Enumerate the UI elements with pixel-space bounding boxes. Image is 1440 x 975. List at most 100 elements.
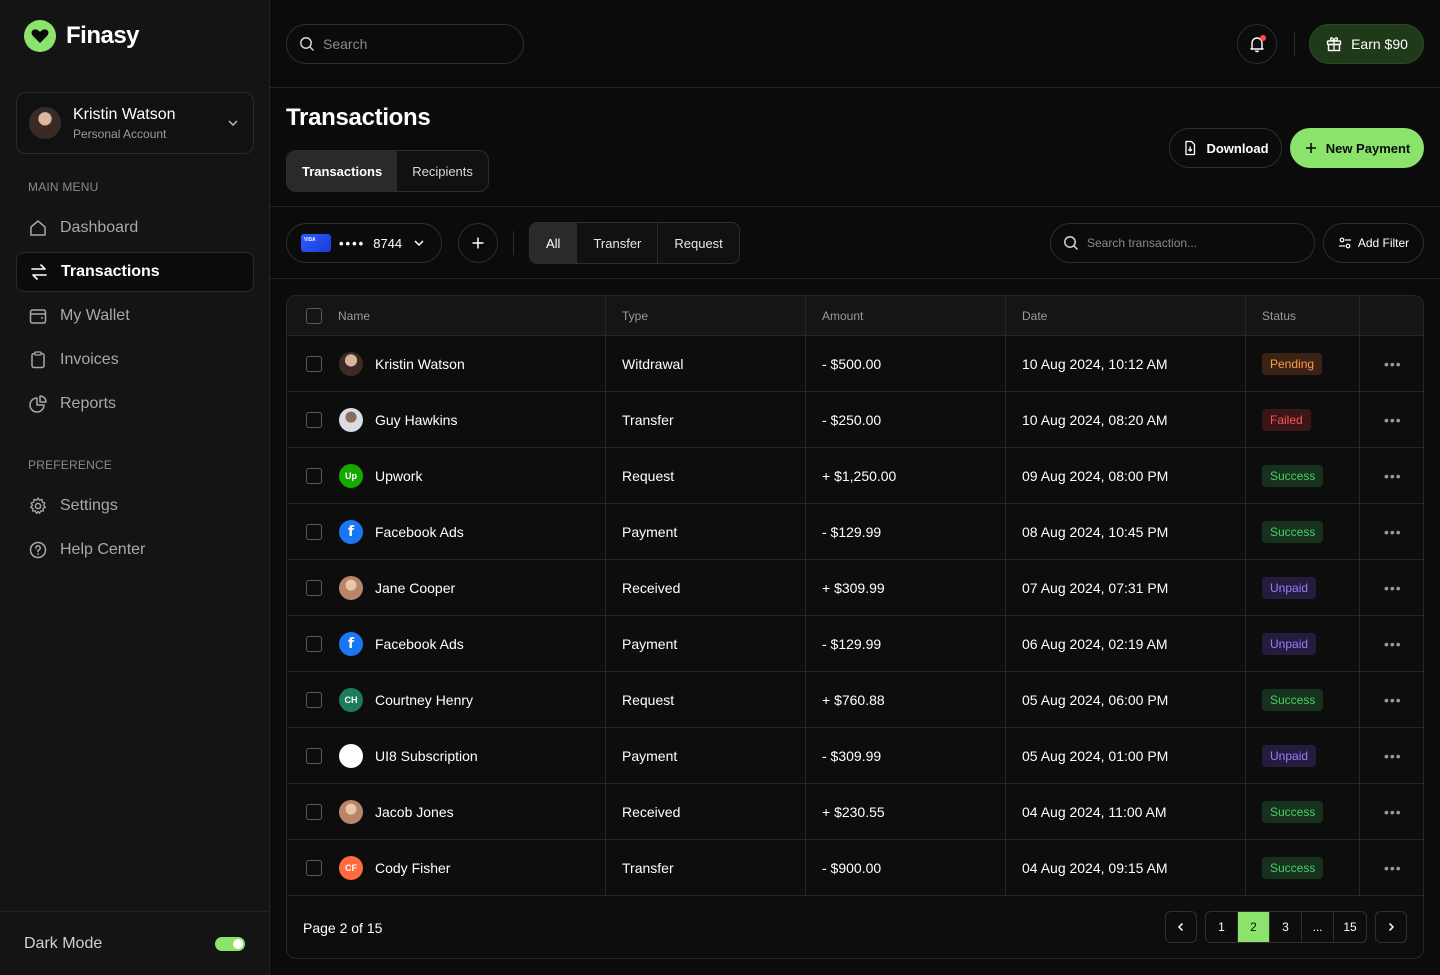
row-more-icon[interactable]: ••• [1360,784,1423,839]
row-checkbox[interactable] [306,691,322,708]
avatar [339,351,363,376]
row-more-icon[interactable]: ••• [1360,448,1423,503]
account-name: Kristin Watson [73,106,176,123]
download-button[interactable]: Download [1169,128,1282,168]
add-filter-button[interactable]: Add Filter [1323,223,1424,263]
new-payment-button[interactable]: New Payment [1290,128,1424,168]
search-placeholder: Search [323,36,368,52]
search-input[interactable]: Search [286,24,524,64]
earn-label: Earn $90 [1351,36,1408,52]
sidebar-item-dashboard[interactable]: Dashboard [16,208,254,248]
table-row[interactable]: UI8 Subscription Payment - $309.99 05 Au… [287,728,1423,784]
table-row[interactable]: f Facebook Ads Payment - $129.99 06 Aug 2… [287,616,1423,672]
row-more-icon[interactable]: ••• [1360,672,1423,727]
table-row[interactable]: CF Cody Fisher Transfer - $900.00 04 Aug … [287,840,1423,896]
filter-tab-all[interactable]: All [530,223,578,263]
gift-icon [1326,37,1342,52]
sidebar-item-label: Help Center [60,541,146,558]
row-amount: + $760.88 [806,672,1006,727]
row-date: 09 Aug 2024, 08:00 PM [1006,448,1246,503]
table-row[interactable]: Kristin Watson Witdrawal - $500.00 10 Au… [287,336,1423,392]
page-button-15[interactable]: 15 [1334,912,1366,942]
row-checkbox[interactable] [306,859,322,876]
row-more-icon[interactable]: ••• [1360,728,1423,783]
row-name: Guy Hawkins [375,411,458,428]
row-type: Payment [606,504,806,559]
row-checkbox[interactable] [306,747,322,764]
page-numbers: 1 2 3 ... 15 [1205,911,1367,943]
earn-button[interactable]: Earn $90 [1309,24,1424,64]
transaction-search-input[interactable]: Search transaction... [1050,223,1315,263]
row-checkbox[interactable] [306,467,322,484]
sidebar-item-my-wallet[interactable]: My Wallet [16,296,254,336]
dark-mode-toggle[interactable] [215,936,245,951]
row-date: 07 Aug 2024, 07:31 PM [1006,560,1246,615]
sidebar-item-settings[interactable]: Settings [16,486,254,526]
table-row[interactable]: CH Courtney Henry Request + $760.88 05 Au… [287,672,1423,728]
divider [1294,32,1295,56]
table-row[interactable]: Up Upwork Request + $1,250.00 09 Aug 2024… [287,448,1423,504]
card-selector[interactable]: •••• 8744 [286,223,442,263]
tab-transactions[interactable]: Transactions [287,151,398,191]
table-footer: Page 2 of 15 1 2 3 ... 15 [287,896,1423,958]
row-more-icon[interactable]: ••• [1360,840,1423,895]
filter-tab-transfer[interactable]: Transfer [577,223,659,263]
table-row[interactable]: Jane Cooper Received + $309.99 07 Aug 20… [287,560,1423,616]
sidebar-item-transactions[interactable]: Transactions [16,252,254,292]
row-more-icon[interactable]: ••• [1360,560,1423,615]
column-header-amount: Amount [806,296,1006,335]
row-checkbox[interactable] [306,635,322,652]
page-tabs: Transactions Recipients [286,150,489,192]
row-type: Payment [606,728,806,783]
avatar [339,575,363,600]
sidebar-item-help-center[interactable]: Help Center [16,530,254,570]
add-card-button[interactable] [458,223,498,263]
table-row[interactable]: Guy Hawkins Transfer - $250.00 10 Aug 20… [287,392,1423,448]
row-type: Payment [606,616,806,671]
app-logo[interactable]: Finasy [24,20,140,52]
upwork-logo-icon: Up [339,463,363,488]
row-checkbox[interactable] [306,803,322,820]
row-checkbox[interactable] [306,523,322,540]
heart-logo-icon [24,20,56,52]
page-button-2[interactable]: 2 [1238,912,1270,942]
notifications-button[interactable] [1237,24,1277,64]
row-checkbox[interactable] [306,355,322,372]
top-bar: Search Earn $90 [270,0,1440,88]
status-badge: Unpaid [1262,576,1317,599]
row-more-icon[interactable]: ••• [1360,392,1423,447]
next-page-button[interactable] [1375,911,1407,943]
page-button-3[interactable]: 3 [1270,912,1302,942]
row-more-icon[interactable]: ••• [1360,504,1423,559]
table-row[interactable]: Jacob Jones Received + $230.55 04 Aug 20… [287,784,1423,840]
sidebar-item-reports[interactable]: Reports [16,384,254,424]
table-header: Name Type Amount Date Status [287,296,1423,336]
column-header-type: Type [606,296,806,335]
select-all-checkbox[interactable] [306,307,322,324]
column-header-status: Status [1246,296,1360,335]
row-more-icon[interactable]: ••• [1360,336,1423,391]
row-name: Facebook Ads [375,635,464,652]
status-badge: Failed [1262,408,1311,431]
row-more-icon[interactable]: ••• [1360,616,1423,671]
row-checkbox[interactable] [306,411,322,428]
status-badge: Success [1262,464,1324,487]
home-icon [30,220,46,236]
row-name: Facebook Ads [375,523,464,540]
chevron-right-icon [1388,922,1395,932]
sidebar-item-invoices[interactable]: Invoices [16,340,254,380]
row-checkbox[interactable] [306,579,322,596]
avatar: CF [339,855,363,880]
filter-tab-request[interactable]: Request [658,223,738,263]
account-switcher[interactable]: Kristin Watson Personal Account [16,92,254,154]
row-amount: + $1,250.00 [806,448,1006,503]
page-button-1[interactable]: 1 [1206,912,1238,942]
tab-recipients[interactable]: Recipients [397,151,488,191]
add-filter-label: Add Filter [1357,236,1410,250]
row-type: Received [606,560,806,615]
sidebar: Finasy Kristin Watson Personal Account M… [0,0,270,975]
sidebar-item-label: Reports [60,395,117,412]
help-icon [29,541,47,559]
table-row[interactable]: f Facebook Ads Payment - $129.99 08 Aug 2… [287,504,1423,560]
prev-page-button[interactable] [1165,911,1197,943]
